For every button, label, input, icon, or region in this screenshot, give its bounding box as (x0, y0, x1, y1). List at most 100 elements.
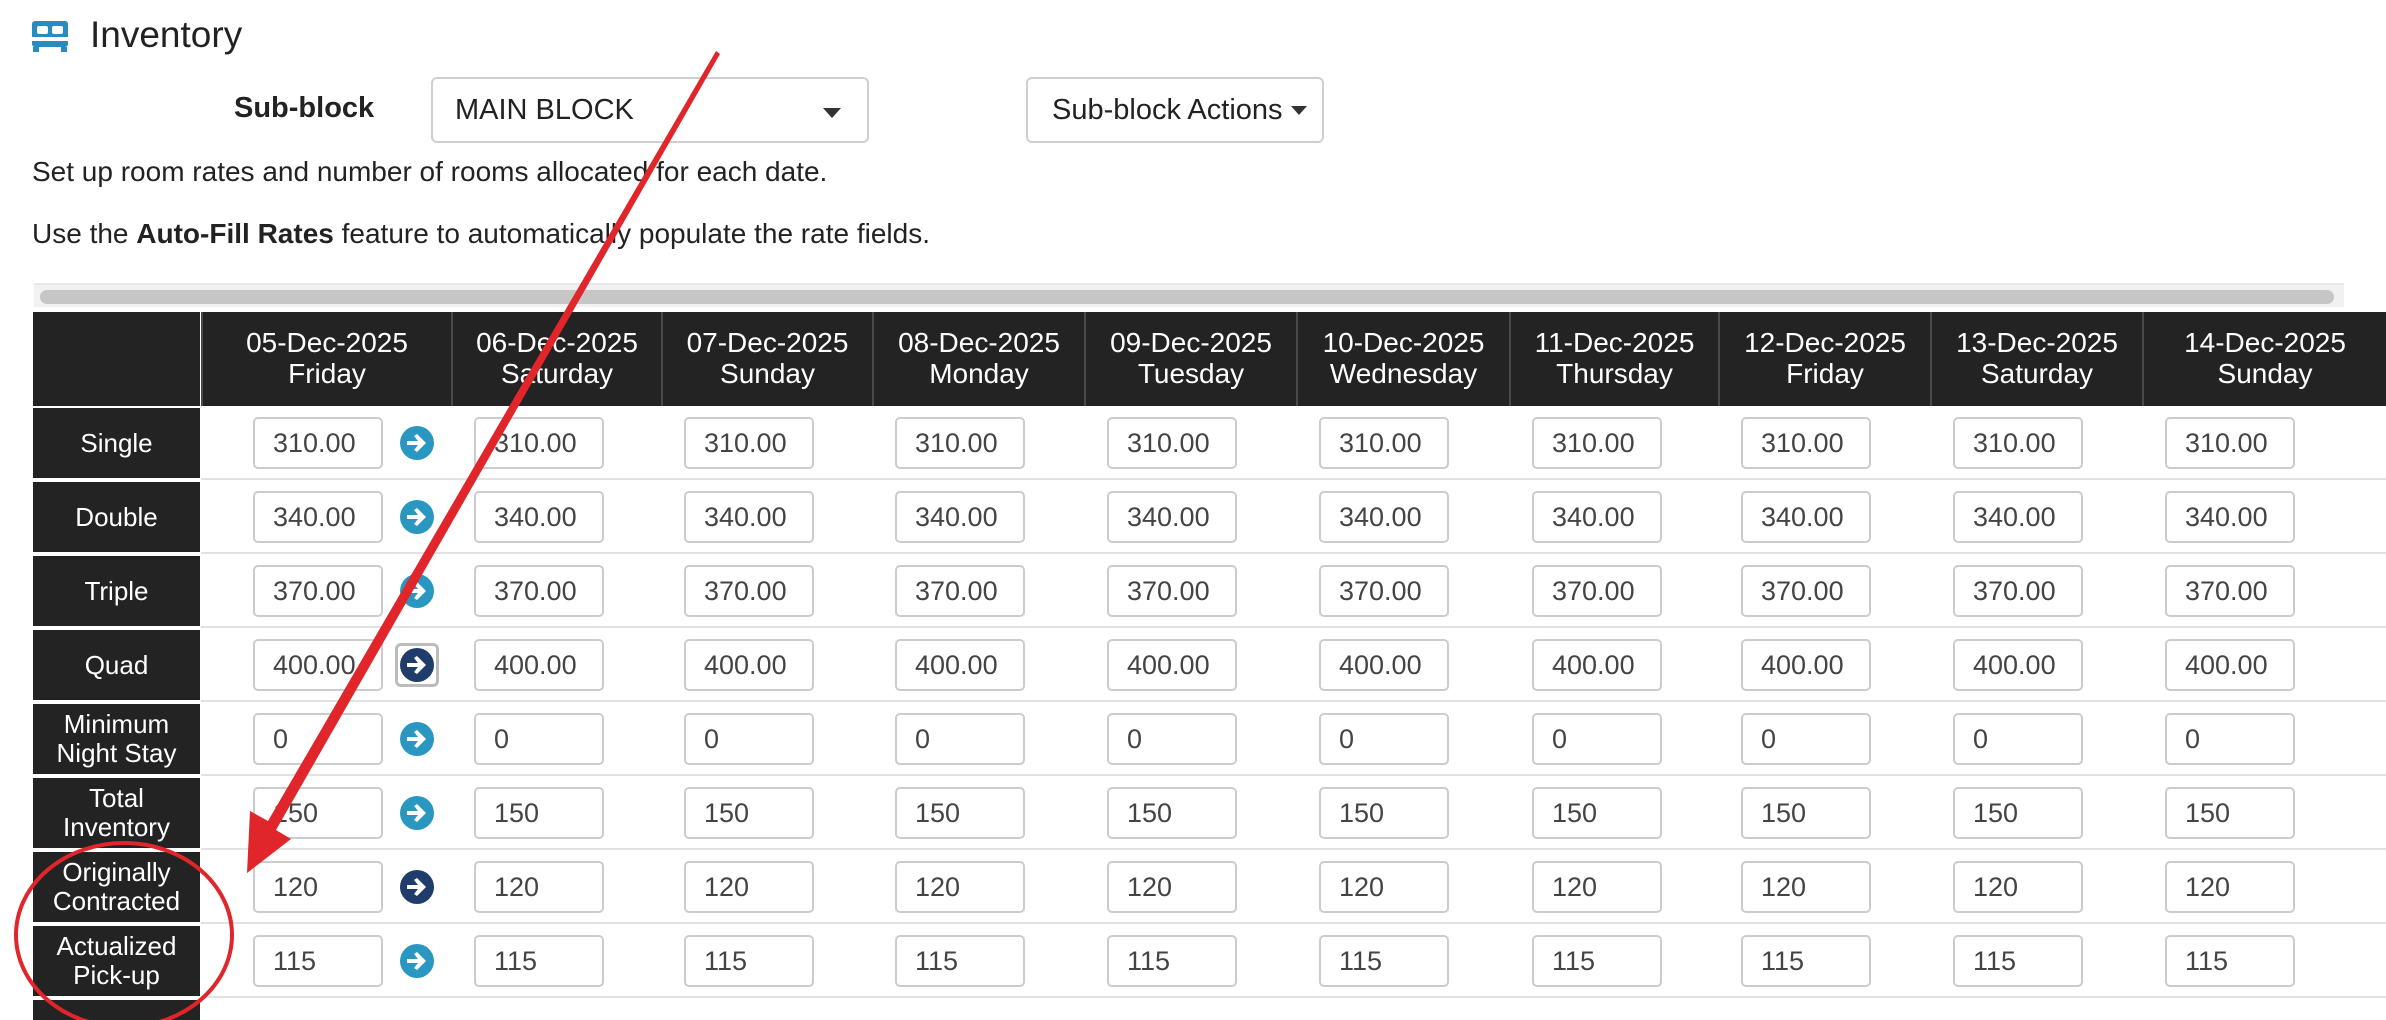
rate-input[interactable] (2165, 639, 2295, 691)
rate-input[interactable] (1319, 787, 1449, 839)
rate-input[interactable] (2165, 417, 2295, 469)
rate-input[interactable] (253, 861, 383, 913)
rate-input[interactable] (253, 491, 383, 543)
rate-input[interactable] (895, 491, 1025, 543)
arrow-right-circle-icon[interactable] (399, 721, 435, 757)
subblock-select[interactable]: MAIN BLOCK (431, 77, 869, 143)
rate-input[interactable] (1532, 713, 1662, 765)
rate-input[interactable] (895, 417, 1025, 469)
rate-input[interactable] (684, 417, 814, 469)
arrow-right-circle-icon[interactable] (399, 573, 435, 609)
arrow-right-circle-icon[interactable] (399, 795, 435, 831)
rate-input[interactable] (1741, 639, 1871, 691)
rate-input[interactable] (474, 935, 604, 987)
rate-input[interactable] (895, 639, 1025, 691)
rate-input[interactable] (684, 639, 814, 691)
rate-input[interactable] (1107, 935, 1237, 987)
rate-input[interactable] (684, 491, 814, 543)
rate-input[interactable] (1741, 417, 1871, 469)
rate-input[interactable] (684, 861, 814, 913)
rate-input[interactable] (474, 713, 604, 765)
rate-input[interactable] (2165, 713, 2295, 765)
rate-input[interactable] (895, 565, 1025, 617)
rate-input[interactable] (895, 935, 1025, 987)
scrollbar-thumb[interactable] (40, 290, 2334, 304)
arrow-right-circle-icon[interactable] (399, 647, 435, 683)
subblock-actions-button[interactable]: Sub-block Actions (1026, 77, 1324, 143)
rate-input[interactable] (1532, 491, 1662, 543)
rate-input[interactable] (1319, 639, 1449, 691)
rate-input[interactable] (1107, 491, 1237, 543)
row-divider (201, 552, 2386, 554)
rate-input[interactable] (1741, 861, 1871, 913)
rate-input[interactable] (2165, 935, 2295, 987)
rate-input[interactable] (2165, 491, 2295, 543)
column-date: 13-Dec-2025 (1956, 327, 2118, 358)
rate-input[interactable] (1107, 713, 1237, 765)
rate-input[interactable] (1532, 565, 1662, 617)
rate-input[interactable] (1953, 713, 2083, 765)
rate-input[interactable] (474, 417, 604, 469)
arrow-right-circle-icon[interactable] (399, 499, 435, 535)
rate-input[interactable] (1532, 417, 1662, 469)
rate-input[interactable] (1532, 787, 1662, 839)
rate-input[interactable] (1741, 787, 1871, 839)
rate-input[interactable] (1107, 417, 1237, 469)
rate-input[interactable] (1532, 861, 1662, 913)
arrow-right-circle-icon[interactable] (399, 425, 435, 461)
rate-input[interactable] (474, 565, 604, 617)
rate-input[interactable] (1741, 713, 1871, 765)
rate-input[interactable] (895, 861, 1025, 913)
rate-input[interactable] (1532, 935, 1662, 987)
rate-input[interactable] (684, 713, 814, 765)
rate-input[interactable] (1953, 417, 2083, 469)
rate-input[interactable] (1953, 565, 2083, 617)
rate-input[interactable] (1319, 565, 1449, 617)
rate-input[interactable] (1953, 639, 2083, 691)
rate-input[interactable] (253, 639, 383, 691)
rate-input[interactable] (474, 787, 604, 839)
rate-input[interactable] (2165, 565, 2295, 617)
rate-input[interactable] (474, 639, 604, 691)
rate-input[interactable] (253, 935, 383, 987)
rate-input[interactable] (1319, 491, 1449, 543)
rate-input[interactable] (684, 565, 814, 617)
rate-input[interactable] (1741, 935, 1871, 987)
rate-input[interactable] (253, 417, 383, 469)
rate-input[interactable] (684, 935, 814, 987)
rate-input[interactable] (1319, 417, 1449, 469)
horizontal-scrollbar[interactable] (34, 283, 2344, 307)
rate-input[interactable] (684, 787, 814, 839)
rate-input[interactable] (1319, 861, 1449, 913)
rate-input[interactable] (895, 787, 1025, 839)
rate-input[interactable] (253, 565, 383, 617)
rate-input[interactable] (1741, 565, 1871, 617)
rate-input[interactable] (895, 713, 1025, 765)
rate-input[interactable] (1953, 861, 2083, 913)
rate-input[interactable] (1953, 787, 2083, 839)
rate-input[interactable] (1953, 491, 2083, 543)
rate-input[interactable] (474, 491, 604, 543)
rate-input[interactable] (1319, 935, 1449, 987)
rate-input[interactable] (2165, 787, 2295, 839)
rate-input[interactable] (2165, 861, 2295, 913)
rate-input[interactable] (1319, 713, 1449, 765)
rate-input[interactable] (1532, 639, 1662, 691)
date-column-header: 06-Dec-2025 Saturday (451, 312, 661, 406)
rate-input[interactable] (1741, 491, 1871, 543)
rate-input[interactable] (1107, 861, 1237, 913)
rate-input[interactable] (1953, 935, 2083, 987)
row-divider (201, 700, 2386, 702)
rate-input[interactable] (253, 713, 383, 765)
column-date: 12-Dec-2025 (1744, 327, 1906, 358)
arrow-right-circle-icon[interactable] (399, 943, 435, 979)
rate-input[interactable] (1107, 787, 1237, 839)
rate-input[interactable] (1107, 639, 1237, 691)
rate-input[interactable] (253, 787, 383, 839)
rate-input[interactable] (1107, 565, 1237, 617)
arrow-right-circle-icon[interactable] (399, 869, 435, 905)
rate-input[interactable] (474, 861, 604, 913)
column-day: Wednesday (1329, 358, 1478, 389)
row-divider (201, 774, 2386, 776)
grid-corner (33, 312, 200, 406)
